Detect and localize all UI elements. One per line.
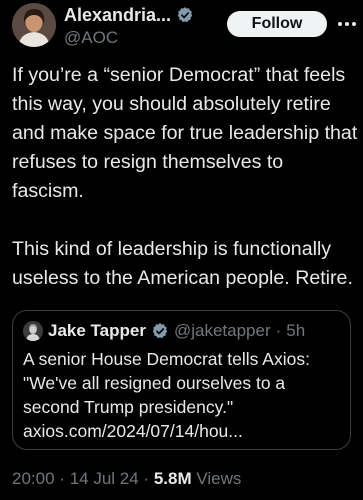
author-avatar[interactable] [12, 3, 56, 47]
tweet-paragraph: If you’re a “senior Democrat” that feels… [12, 64, 358, 202]
quoted-tweet-card[interactable]: Jake Tapper @jaketapper · 5h A senior Ho… [12, 310, 351, 450]
quoted-author-handle: @jaketapper [173, 321, 271, 340]
quoted-separator: · [275, 321, 282, 340]
follow-button[interactable]: Follow [227, 11, 327, 37]
quoted-timestamp: 5h [286, 321, 306, 340]
views-count: 5.8M [153, 469, 192, 488]
tweet-time[interactable]: 20:00 [12, 469, 55, 488]
tweet-text: If you’re a “senior Democrat” that feels… [12, 61, 358, 293]
quoted-tweet-text: A senior House Democrat tells Axios: "We… [23, 347, 343, 443]
tweet-paragraph: This kind of leadership is functionally … [12, 238, 353, 289]
verified-badge-icon [176, 6, 194, 24]
author-display-name[interactable]: Alexandria... [64, 5, 171, 26]
quoted-tweet-body: A senior House Democrat tells Axios: "We… [23, 349, 310, 417]
quoted-tweet-link[interactable]: axios.com/2024/07/14/hou... [23, 419, 343, 443]
views-label: Views [196, 469, 242, 488]
tweet-meta: 20:00 · 14 Jul 24 · 5.8M Views [12, 469, 241, 489]
quoted-author-avatar [23, 321, 43, 341]
quoted-tweet-header: Jake Tapper @jaketapper · 5h [23, 320, 305, 342]
meta-separator: · [59, 469, 65, 488]
author-name-row: Alexandria... [64, 3, 194, 27]
verified-badge-icon [151, 322, 169, 340]
more-options-icon[interactable] [336, 14, 358, 34]
meta-separator: · [143, 469, 150, 488]
tweet-date[interactable]: 14 Jul 24 [70, 469, 139, 488]
author-handle[interactable]: @AOC [64, 28, 118, 48]
quoted-author-name: Jake Tapper [48, 321, 146, 340]
